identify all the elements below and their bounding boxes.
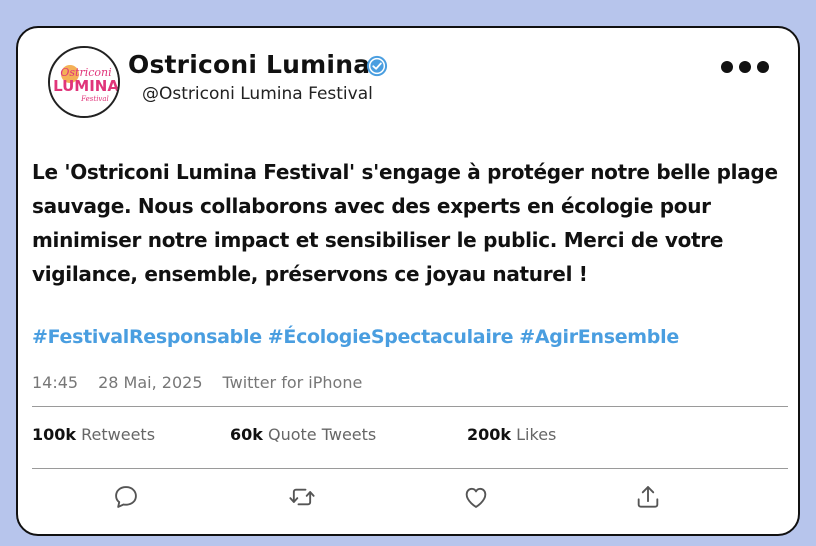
tweet-time[interactable]: 14:45 (32, 373, 78, 392)
likes-stat[interactable]: 200k Likes (467, 425, 556, 444)
quotes-label: Quote Tweets (268, 425, 377, 444)
festival-logo-icon: Ostriconi LUMINA Festival (50, 48, 119, 116)
hashtag-link[interactable]: #ÉcologieSpectaculaire (268, 326, 514, 348)
reply-icon[interactable] (112, 483, 140, 511)
retweets-stat[interactable]: 100k Retweets (32, 425, 155, 444)
quote-tweets-stat[interactable]: 60k Quote Tweets (230, 425, 376, 444)
user-handle[interactable]: @Ostriconi Lumina Festival (142, 84, 373, 104)
likes-count: 200k (467, 425, 512, 444)
display-name[interactable]: Ostriconi Lumina (128, 50, 370, 79)
retweets-count: 100k (32, 425, 77, 444)
tweet-text: Le 'Ostriconi Lumina Festival' s'engage … (32, 160, 778, 286)
more-options-icon[interactable] (720, 60, 770, 74)
quotes-count: 60k (230, 425, 263, 444)
likes-label: Likes (516, 425, 557, 444)
divider (32, 468, 788, 469)
share-icon[interactable] (634, 483, 662, 511)
hashtag-link[interactable]: #FestivalResponsable (32, 326, 262, 348)
hashtag-row: #FestivalResponsable #ÉcologieSpectaculai… (32, 326, 685, 348)
verified-badge-icon (366, 55, 388, 77)
svg-text:LUMINA: LUMINA (53, 77, 119, 95)
tweet-date[interactable]: 28 Mai, 2025 (98, 373, 202, 392)
retweets-label: Retweets (81, 425, 156, 444)
hashtag-link[interactable]: #AgirEnsemble (519, 326, 679, 348)
svg-text:Festival: Festival (80, 95, 109, 103)
retweet-icon[interactable] (288, 483, 316, 511)
divider (32, 406, 788, 407)
tweet-source: Twitter for iPhone (222, 373, 363, 392)
tweet-meta: 14:45 28 Mai, 2025 Twitter for iPhone (32, 373, 382, 392)
avatar[interactable]: Ostriconi LUMINA Festival (48, 46, 120, 118)
tweet-card: Ostriconi LUMINA Festival Ostriconi Lumi… (16, 26, 800, 536)
like-icon[interactable] (462, 483, 490, 511)
